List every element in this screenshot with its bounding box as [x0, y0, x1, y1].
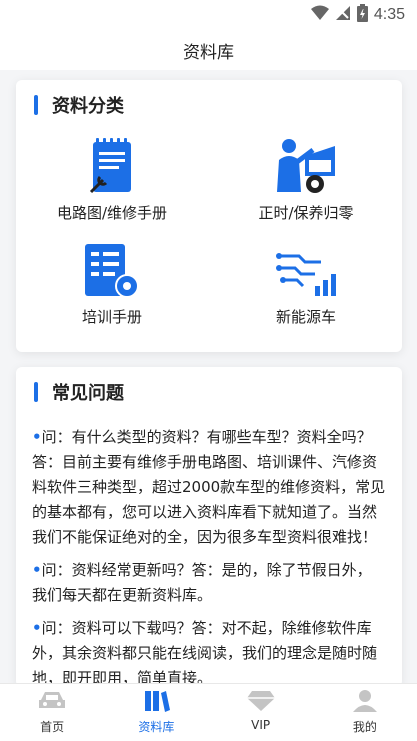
page-title: 资料库 — [183, 43, 234, 63]
tab-label: 我的 — [352, 720, 377, 734]
category-circuit-manual[interactable]: 电路图/维修手册 — [22, 136, 202, 223]
circuit-chart-icon — [216, 242, 396, 300]
faq-title: 常见问题 — [52, 383, 124, 404]
tab-home[interactable]: 首页 — [0, 684, 104, 741]
tab-label: VIP — [251, 718, 271, 732]
books-icon — [142, 690, 171, 716]
faq-item: •问：有什么类型的资料？有哪些车型？资料全吗？答：目前主要有维修手册电路图、培训… — [32, 425, 386, 550]
status-bar: 4:35 — [0, 0, 417, 30]
faq-text: 问：资料可以下载吗？答：对不起，除维修软件库外，其余资料都只能在线阅读，我们的理… — [32, 619, 378, 687]
categories-title: 资料分类 — [52, 96, 124, 117]
faq-list: •问：有什么类型的资料？有哪些车型？资料全吗？答：目前主要有维修手册电路图、培训… — [32, 425, 386, 687]
nav-bar: 资料库 — [0, 30, 417, 70]
diamond-icon — [246, 690, 275, 716]
document-gear-icon — [22, 242, 202, 300]
manual-wrench-icon — [22, 136, 202, 196]
tab-mine[interactable]: 我的 — [313, 684, 417, 741]
user-icon — [351, 690, 379, 716]
tab-label: 资料库 — [138, 720, 175, 734]
faq-item: •问：资料可以下载吗？答：对不起，除维修软件库外，其余资料都只能在线阅读，我们的… — [32, 616, 386, 687]
faq-text: 问：资料经常更新吗？答：是的，除了节假日外，我们每天都在更新资料库。 — [32, 561, 372, 604]
category-label: 正时/保养归零 — [258, 204, 354, 222]
bullet-icon: • — [32, 619, 42, 637]
status-icons: 4:35 — [310, 4, 405, 26]
faq-card: 常见问题 •问：有什么类型的资料？有哪些车型？资料全吗？答：目前主要有维修手册电… — [16, 367, 402, 687]
section-marker — [34, 95, 38, 115]
categories-card: 资料分类 电路图/维修手册 正时/保养归零 培训手册 新能源车 — [16, 80, 402, 352]
faq-text: 问：有什么类型的资料？有哪些车型？资料全吗？答：目前主要有维修手册电路图、培训课… — [32, 428, 386, 546]
category-new-energy[interactable]: 新能源车 — [216, 242, 396, 327]
category-label: 新能源车 — [275, 308, 336, 326]
category-label: 培训手册 — [81, 308, 142, 326]
mechanic-car-icon — [216, 136, 396, 196]
tab-library[interactable]: 资料库 — [104, 684, 208, 741]
car-icon — [38, 690, 66, 716]
category-training[interactable]: 培训手册 — [22, 242, 202, 327]
faq-header: 常见问题 — [34, 381, 124, 404]
categories-header: 资料分类 — [34, 94, 124, 117]
signal-icon — [335, 5, 351, 25]
wifi-icon — [310, 5, 329, 25]
category-timing-reset[interactable]: 正时/保养归零 — [216, 136, 396, 223]
bullet-icon: • — [32, 428, 42, 446]
bottom-tab-bar: 首页 资料库 VIP 我的 — [0, 683, 417, 741]
tab-label: 首页 — [40, 720, 65, 734]
section-marker — [34, 382, 38, 402]
tab-vip[interactable]: VIP — [209, 684, 313, 741]
bullet-icon: • — [32, 561, 42, 579]
category-label: 电路图/维修手册 — [56, 204, 168, 222]
battery-icon — [356, 4, 368, 26]
status-time: 4:35 — [373, 6, 405, 23]
faq-item: •问：资料经常更新吗？答：是的，除了节假日外，我们每天都在更新资料库。 — [32, 558, 386, 608]
